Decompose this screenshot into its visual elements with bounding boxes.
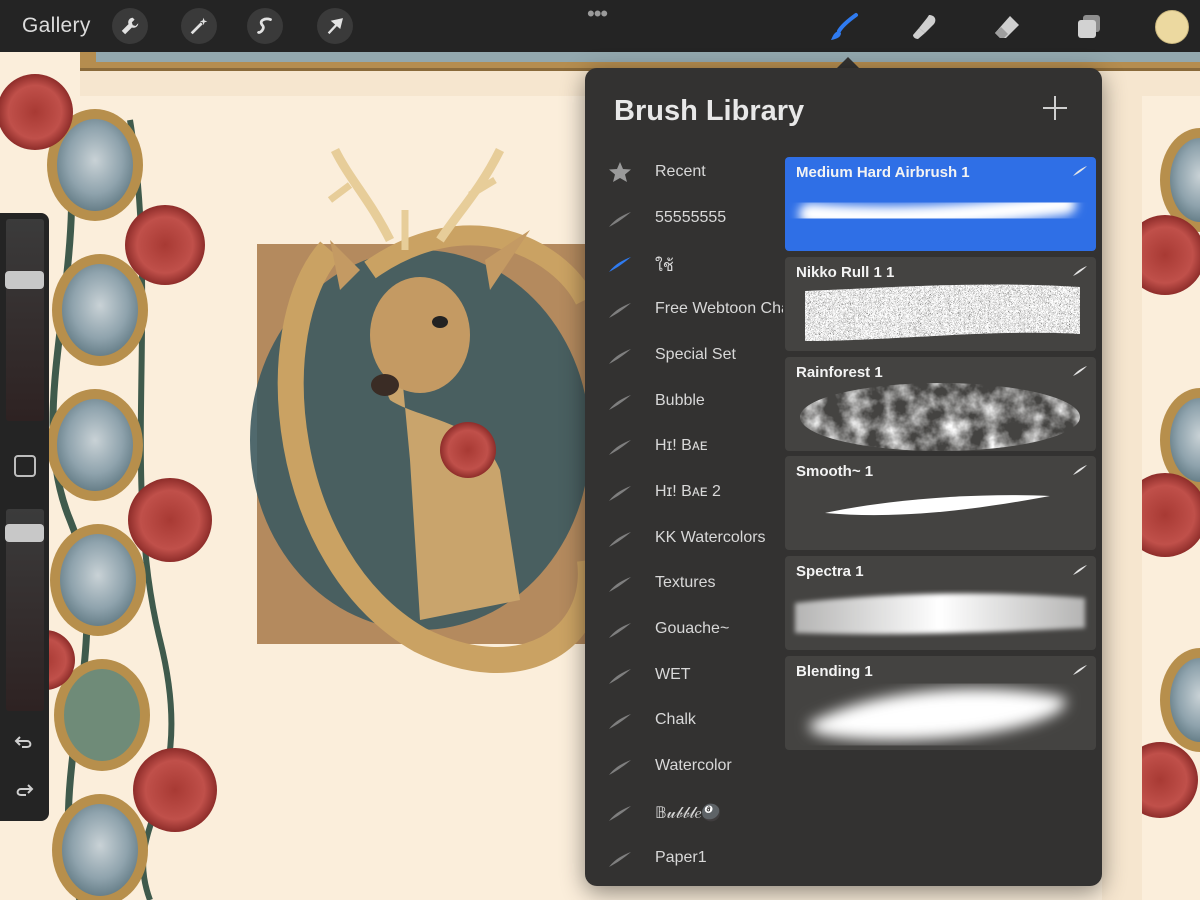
plus-icon[interactable] [1041, 94, 1069, 122]
smudge-icon [913, 15, 936, 39]
brush-card[interactable]: Nikko Rull 1 1 [785, 256, 1096, 351]
brush-set-item[interactable]: Bubble [585, 380, 785, 424]
brush-set-label: Recent [655, 163, 706, 180]
brush-card[interactable]: Spectra 1 [785, 556, 1096, 651]
brush-stroke-preview [809, 688, 1066, 741]
brush-set-label: Paper1 [655, 848, 707, 866]
brush-set-item[interactable]: Paper1 [585, 837, 785, 881]
modifier-square-icon[interactable] [14, 455, 36, 477]
brush-set-label: Textures [655, 574, 716, 592]
brush-card[interactable]: Blending 1 [785, 656, 1096, 750]
color-picker-swatch[interactable] [1155, 10, 1189, 44]
brush-stroke-icon [609, 668, 631, 684]
brush-type-icon [1073, 166, 1087, 176]
brush-stroke-icon [609, 303, 631, 319]
brush-set-item[interactable]: Gouache~ [585, 608, 785, 652]
brush-type-icon [1073, 365, 1087, 376]
brush-stroke-icon [609, 257, 631, 273]
more-options-icon[interactable]: ••• [587, 3, 608, 25]
brush-stroke-icon [609, 805, 631, 821]
undo-icon[interactable] [13, 731, 35, 753]
brush-set-item[interactable]: 55555555 [585, 197, 785, 241]
brush-stroke-preview [795, 593, 1085, 635]
selection-button[interactable] [247, 8, 283, 44]
brush-stroke-icon [609, 714, 631, 730]
brush-stroke-preview [805, 284, 1080, 341]
brush-stroke-icon [609, 440, 631, 456]
brush-stroke-icon [609, 394, 631, 410]
brush-set-item[interactable]: Special Set [585, 334, 785, 378]
brush-set-item[interactable]: 𝔹𝓊𝒷𝒷𝓁𝑒🎱 [585, 791, 785, 835]
brush-set-item[interactable]: Watercolor [585, 745, 785, 789]
brush-set-label: Watercolor [655, 757, 732, 775]
brush-icon [831, 13, 858, 40]
brush-stroke-icon [609, 485, 631, 501]
gallery-button[interactable]: Gallery [22, 14, 91, 38]
brush-set-label: 55555555 [655, 208, 727, 226]
eraser-tool-button[interactable] [990, 10, 1024, 44]
brush-library-panel: Brush Library Recent 55555555 ใช้ Free Webt… [585, 68, 1102, 886]
redo-icon[interactable] [13, 779, 35, 801]
selection-icon [257, 17, 272, 34]
layers-icon [1078, 15, 1100, 38]
brush-stroke-icon [609, 851, 631, 867]
transform-button[interactable] [317, 8, 353, 44]
brush-set-label: 𝔹𝓊𝒷𝒷𝓁𝑒🎱 [655, 804, 722, 822]
brush-set-item[interactable]: Hɪ! Bᴀᴇ 2 [585, 471, 785, 515]
brush-set-item[interactable]: Recent [585, 151, 785, 195]
wrench-icon [121, 17, 139, 35]
brush-set-label: WET [655, 665, 691, 683]
left-sidebar [0, 213, 49, 821]
brush-set-item[interactable]: WET [585, 654, 785, 698]
brush-stroke-icon [609, 211, 631, 227]
brush-set-item[interactable]: Free Webtoon Cha [585, 288, 785, 332]
brush-set-label: Gouache~ [655, 620, 730, 637]
brush-set-label: Bubble [655, 391, 705, 409]
transform-arrow-icon [327, 18, 343, 35]
brush-set-item[interactable]: Textures [585, 562, 785, 606]
brush-set-label: Hɪ! Bᴀᴇ [655, 437, 708, 455]
brush-card[interactable]: Medium Hard Airbrush 1 [785, 157, 1096, 251]
brush-library-title: Brush Library [614, 95, 805, 127]
brush-size-slider[interactable] [6, 219, 44, 421]
top-toolbar: Gallery ••• [0, 0, 1200, 52]
layers-button[interactable] [1072, 10, 1106, 44]
brush-stroke-preview [825, 495, 1050, 516]
brush-type-icon [1073, 665, 1087, 675]
brush-set-item[interactable]: KK Watercolors [585, 517, 785, 561]
actions-button[interactable] [112, 8, 148, 44]
brush-set-item[interactable]: Hɪ! Bᴀᴇ [585, 425, 785, 469]
brush-type-icon [1073, 565, 1087, 576]
brush-set-item[interactable]: Chalk [585, 699, 785, 743]
brush-stroke-preview [799, 193, 1076, 228]
brush-set-label: KK Watercolors [655, 528, 766, 546]
brush-stroke-icon [609, 531, 631, 547]
brush-stroke-icon [609, 760, 631, 776]
brush-set-label: Special Set [655, 345, 736, 363]
brush-set-label: Free Webtoon Cha [655, 300, 783, 318]
brush-stroke-icon [609, 577, 631, 593]
brush-tool-button[interactable] [827, 10, 861, 44]
brush-set-label: Chalk [655, 711, 696, 729]
brush-card[interactable]: Rainforest 1 [785, 356, 1096, 451]
brush-set-label: ใช้ [655, 258, 674, 276]
adjustments-button[interactable] [181, 8, 217, 44]
brush-card[interactable]: Smooth~ 1 [785, 456, 1096, 551]
smudge-tool-button[interactable] [907, 10, 941, 44]
eraser-icon [995, 16, 1019, 38]
brush-size-slider-thumb[interactable] [5, 270, 44, 289]
magic-wand-icon [190, 17, 208, 35]
brush-type-icon [1073, 465, 1087, 476]
star-icon [609, 162, 631, 182]
brush-stroke-preview [800, 382, 1080, 451]
brush-stroke-icon [609, 623, 631, 638]
brush-stroke-icon [609, 348, 631, 364]
brush-set-label: Hɪ! Bᴀᴇ 2 [655, 482, 721, 500]
opacity-slider-thumb[interactable] [5, 523, 44, 542]
brush-type-icon [1073, 265, 1087, 276]
brush-set-item[interactable]: ใช้ [585, 242, 785, 286]
